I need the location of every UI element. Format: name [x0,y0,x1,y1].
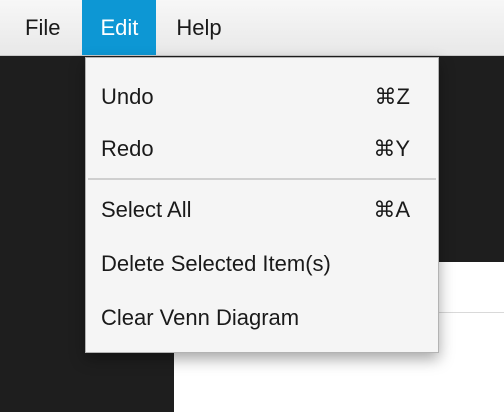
menu-item-label: Delete Selected Item(s) [101,251,331,276]
menu-item-label: Clear Venn Diagram [101,305,300,330]
menu-edit[interactable]: Edit [82,0,157,55]
menu-item-shortcut: ⌘Y [373,136,410,161]
menu-item-undo[interactable]: Undo ⌘Z [86,72,438,122]
menu-item-clear-venn-diagram[interactable]: Clear Venn Diagram [86,293,438,343]
menu-item-label: Redo [101,136,154,161]
menubar: File Edit Help [0,0,504,56]
menu-help[interactable]: Help [156,0,241,55]
menu-separator [88,178,436,180]
menu-item-delete-selected[interactable]: Delete Selected Item(s) [86,239,438,289]
menu-file[interactable]: File [0,0,82,55]
menu-item-redo[interactable]: Redo ⌘Y [86,124,438,174]
edit-dropdown-menu: Undo ⌘Z Redo ⌘Y Select All ⌘A Delete Sel… [85,57,439,353]
menu-item-label: Select All [101,197,192,222]
menu-item-select-all[interactable]: Select All ⌘A [86,185,438,235]
menu-item-shortcut: ⌘Z [374,84,410,109]
menu-item-shortcut: ⌘A [373,197,410,222]
menu-item-label: Undo [101,84,154,109]
